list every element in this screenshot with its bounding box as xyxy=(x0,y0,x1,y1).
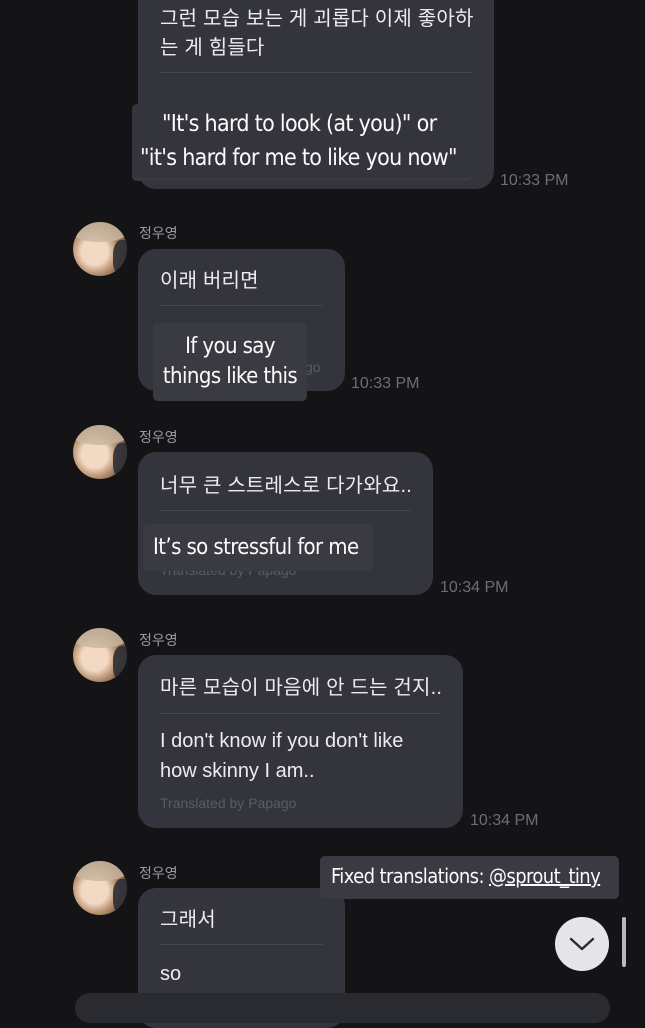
message-korean: 마른 모습이 마음에 안 드는 건지.. xyxy=(160,677,443,699)
sender-name: 정우영 xyxy=(139,225,178,241)
message-timestamp: 10:33 PM xyxy=(351,375,420,392)
sender-avatar[interactable] xyxy=(73,628,127,682)
translation-overlay: If you say things like this xyxy=(153,323,307,401)
message-korean: 그래서 xyxy=(160,909,216,931)
overlay-line: "It's hard to look (at you)" or xyxy=(162,111,437,137)
credit-overlay: Fixed translations: @sprout_tiny xyxy=(320,856,619,899)
translated-by-label: Translated by Papago xyxy=(160,795,297,811)
message-timestamp: 10:33 PM xyxy=(500,172,569,189)
message-timestamp: 10:34 PM xyxy=(440,579,509,596)
message-input-bar[interactable] xyxy=(75,993,610,1023)
sender-avatar[interactable] xyxy=(73,222,127,276)
message-korean: 이래 버리면 xyxy=(160,270,259,292)
sender-name: 정우영 xyxy=(139,632,178,648)
credit-prefix: Fixed translations: xyxy=(331,864,490,888)
overlay-line: It’s so stressful for me xyxy=(153,535,359,560)
translation-divider xyxy=(160,305,323,306)
scroll-to-bottom-button[interactable] xyxy=(555,917,609,971)
message-timestamp: 10:34 PM xyxy=(470,812,539,829)
message-english-line: I don't know if you don't like xyxy=(160,730,404,752)
sender-avatar[interactable] xyxy=(73,861,127,915)
credit-handle[interactable]: @sprout_tiny xyxy=(489,864,601,888)
overlay-line: If you say xyxy=(185,334,275,359)
scrollbar-thumb[interactable] xyxy=(622,917,626,967)
message-korean-line: 는 게 힘들다 xyxy=(160,37,265,59)
message-korean: 너무 큰 스트레스로 다가와요.. xyxy=(160,475,412,497)
sender-name: 정우영 xyxy=(139,865,178,881)
message-bubble[interactable]: 마른 모습이 마음에 안 드는 건지.. I don't know if you… xyxy=(138,655,463,828)
overlay-line: "it's hard for me to like you now" xyxy=(140,145,457,171)
chevron-down-icon xyxy=(569,937,595,951)
translation-divider xyxy=(160,510,411,511)
translation-overlay: It’s so stressful for me xyxy=(143,524,373,571)
sender-name: 정우영 xyxy=(139,429,178,445)
message-english: so xyxy=(160,963,182,985)
message-korean-line: 그런 모습 보는 게 괴롭다 이제 좋아하 xyxy=(160,8,474,30)
translation-overlay: "It's hard to look (at you)" or "it's ha… xyxy=(132,104,472,178)
overlay-line: things like this xyxy=(162,364,298,389)
translation-divider xyxy=(160,944,323,945)
message-english-line: how skinny I am.. xyxy=(160,760,315,782)
translation-divider xyxy=(160,713,441,714)
translation-divider xyxy=(160,72,472,73)
sender-avatar[interactable] xyxy=(73,425,127,479)
translated-by-fragment: go xyxy=(305,359,321,375)
